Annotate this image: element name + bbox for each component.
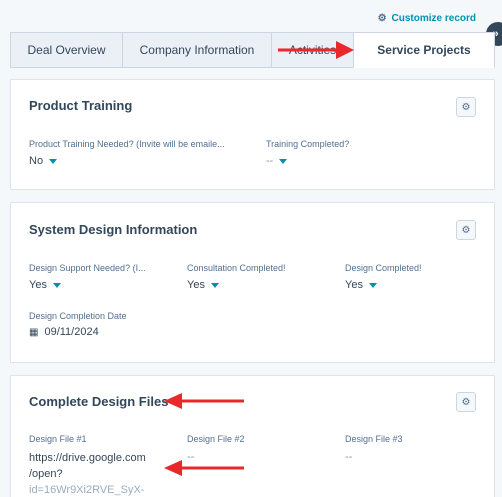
- caret-down-icon: [368, 282, 377, 288]
- card-title: System Design Information: [29, 222, 198, 237]
- field-label: Design File #1: [29, 434, 87, 444]
- field-value: No: [29, 155, 44, 167]
- caret-down-icon: [279, 158, 288, 164]
- tab-label: Company Information: [139, 43, 255, 57]
- card-settings-button[interactable]: ⚙: [456, 97, 476, 117]
- gear-icon: ⚙: [461, 396, 471, 408]
- system-design-card: System Design Information ⚙ Design Suppo…: [10, 202, 495, 363]
- customize-record-label: Customize record: [391, 13, 476, 24]
- field-value: 09/11/2024: [44, 326, 99, 338]
- calendar-icon: ▦: [29, 326, 39, 338]
- field-label: Design Completed!: [345, 263, 422, 273]
- gear-icon: ⚙: [377, 13, 387, 24]
- tab-label: Deal Overview: [27, 43, 106, 57]
- field-value: Yes: [29, 279, 47, 291]
- field-label: Product Training Needed? (Invite will be…: [29, 139, 225, 149]
- caret-down-icon: [210, 282, 219, 288]
- file-link-line: /open?: [29, 468, 63, 480]
- training-completed-select[interactable]: --: [266, 155, 288, 167]
- caret-down-icon: [52, 282, 61, 288]
- design-completion-date-input[interactable]: ▦ 09/11/2024: [29, 326, 99, 338]
- design-file-3-value[interactable]: --: [345, 451, 352, 463]
- design-file-2-value[interactable]: --: [187, 451, 194, 463]
- card-settings-button[interactable]: ⚙: [456, 392, 476, 412]
- consultation-completed-select[interactable]: Yes: [187, 279, 219, 291]
- tab-service-projects[interactable]: Service Projects: [353, 32, 495, 68]
- design-files-card: Complete Design Files ⚙ Design File #1 h…: [10, 375, 495, 497]
- field-label: Training Completed?: [266, 139, 350, 149]
- caret-down-icon: [49, 158, 58, 164]
- field-label: Design File #3: [345, 434, 403, 444]
- field-value: Yes: [345, 279, 363, 291]
- field-value: Yes: [187, 279, 205, 291]
- tab-label: Activities: [288, 43, 337, 57]
- field-value: --: [266, 155, 274, 167]
- customize-record-link[interactable]: ⚙ Customize record: [378, 13, 476, 24]
- file-link-line: id=16Wr9Xi2RVE_SyX-: [29, 484, 145, 496]
- field-label: Design Completion Date: [29, 311, 127, 321]
- design-support-needed-select[interactable]: Yes: [29, 279, 61, 291]
- tab-activities[interactable]: Activities: [271, 32, 353, 68]
- field-label: Consultation Completed!: [187, 263, 286, 273]
- product-training-needed-select[interactable]: No: [29, 155, 58, 167]
- gear-icon: ⚙: [461, 224, 471, 236]
- card-title: Product Training: [29, 98, 133, 113]
- design-completed-select[interactable]: Yes: [345, 279, 377, 291]
- design-file-1-value[interactable]: https://drive.google.com /open? id=16Wr9…: [29, 450, 159, 497]
- field-label: Design Support Needed? (I...: [29, 263, 146, 273]
- tab-deal-overview[interactable]: Deal Overview: [10, 32, 122, 68]
- product-training-card: Product Training ⚙ Product Training Need…: [10, 79, 495, 190]
- tab-label: Service Projects: [377, 43, 471, 57]
- gear-icon: ⚙: [461, 101, 471, 113]
- tab-company-information[interactable]: Company Information: [122, 32, 271, 68]
- file-link-line: https://drive.google.com: [29, 452, 146, 464]
- card-title: Complete Design Files: [29, 394, 169, 409]
- card-settings-button[interactable]: ⚙: [456, 220, 476, 240]
- tab-bar: Deal Overview Company Information Activi…: [10, 32, 495, 68]
- field-label: Design File #2: [187, 434, 245, 444]
